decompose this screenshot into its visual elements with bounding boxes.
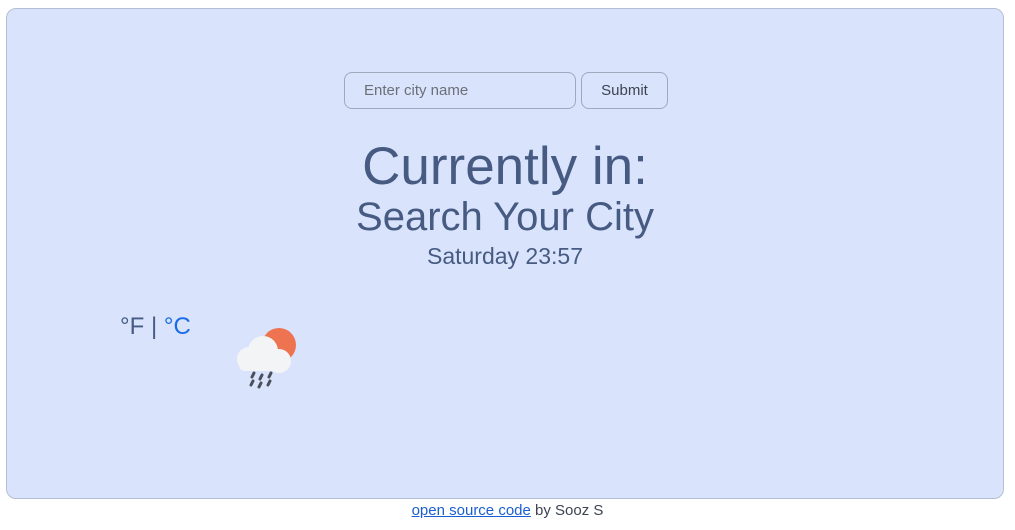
weather-card: Submit Currently in: Search Your City Sa… xyxy=(6,8,1004,499)
footer: open source code by Sooz S xyxy=(0,502,1015,519)
unit-toggle: °F | °C xyxy=(120,313,191,341)
source-code-link[interactable]: open source code xyxy=(412,502,531,519)
submit-button[interactable]: Submit xyxy=(581,72,668,109)
city-search-input[interactable] xyxy=(344,72,576,109)
rain-drops xyxy=(249,371,273,389)
date-time: Saturday 23:57 xyxy=(426,243,583,269)
city-name: Search Your City xyxy=(356,195,654,239)
footer-credit: by Sooz S xyxy=(535,502,604,519)
fahrenheit-link[interactable]: °F xyxy=(120,313,144,340)
page-title: Currently in: xyxy=(362,137,648,196)
celsius-link[interactable]: °C xyxy=(164,313,191,340)
partly-cloudy-rain-icon xyxy=(237,328,296,389)
city-search-form: Submit xyxy=(344,72,668,109)
heading-block: Currently in: Search Your City Saturday … xyxy=(7,139,1003,273)
unit-separator: | xyxy=(150,313,158,340)
